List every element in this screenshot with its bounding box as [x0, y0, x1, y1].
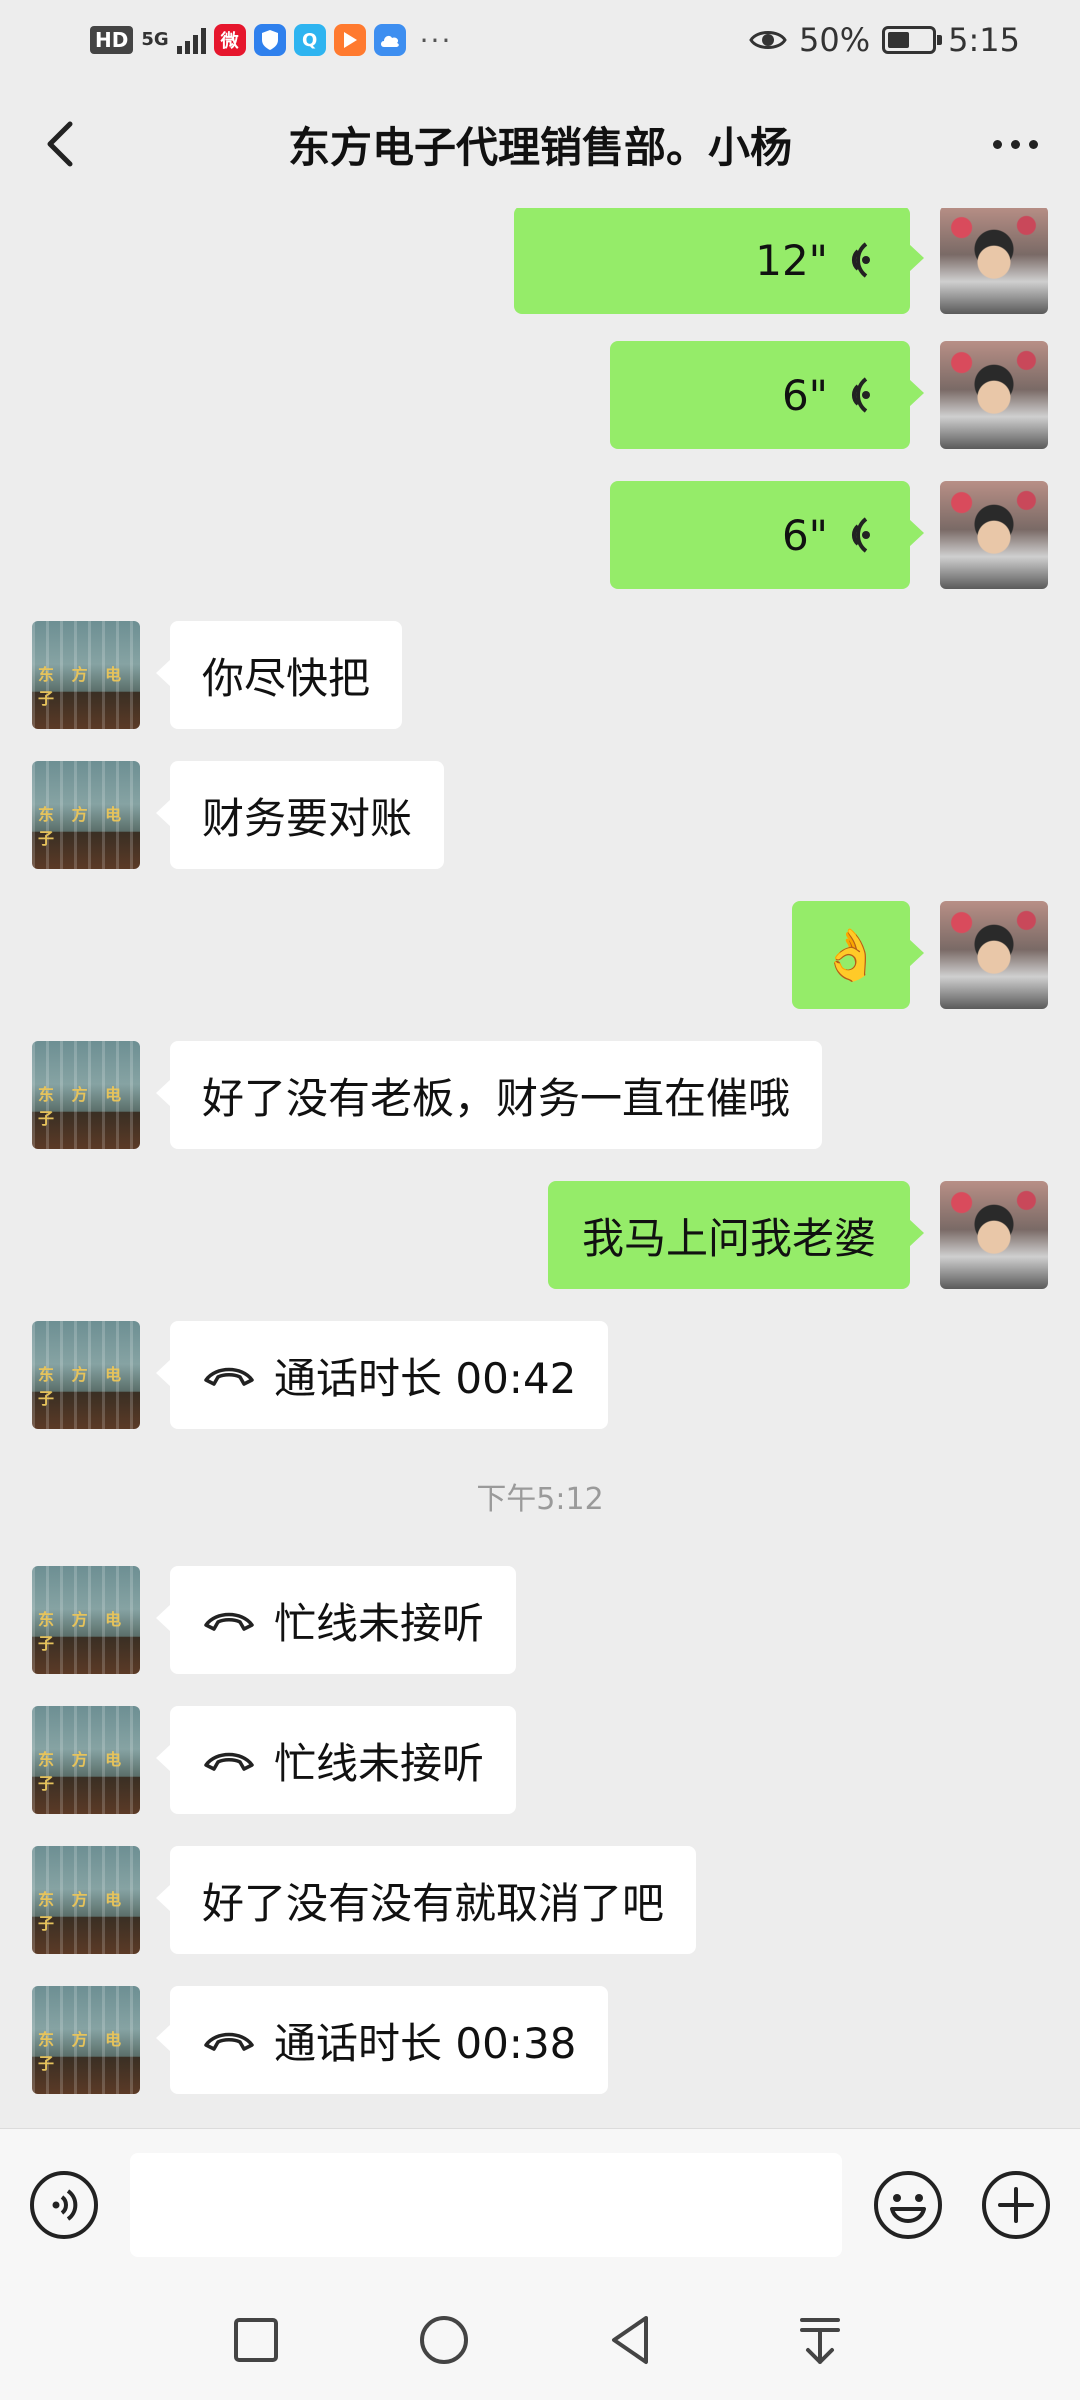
phone-hangup-icon — [204, 1612, 254, 1631]
recent-apps-button[interactable] — [226, 2310, 286, 2370]
call-record-bubble[interactable]: 通话时长 00:42 — [155, 1321, 609, 1429]
dot — [992, 139, 1002, 149]
message-row: 东 方 电 子 忙线未接听 — [0, 1566, 1080, 1674]
more-options-button[interactable] — [980, 116, 1050, 172]
ok-hand-emoji: 👌 — [819, 925, 883, 984]
call-record-bubble[interactable]: 忙线未接听 — [155, 1706, 517, 1814]
voice-wave-icon — [851, 517, 870, 553]
message-row: 6" — [0, 481, 1080, 589]
system-navigation-bar — [0, 2280, 1080, 2400]
contact-avatar[interactable]: 东 方 电 子 — [32, 1986, 140, 2094]
voice-input-button[interactable] — [28, 2169, 100, 2241]
emoji-button[interactable] — [872, 2169, 944, 2241]
voice-message-bubble[interactable]: 6" — [610, 341, 924, 449]
dot — [1028, 139, 1038, 149]
call-duration-text: 通话时长 00:38 — [274, 2018, 577, 2068]
eye-icon — [749, 31, 787, 49]
self-avatar[interactable] — [940, 341, 1048, 449]
shield-icon — [253, 24, 286, 56]
home-button[interactable] — [414, 2310, 474, 2370]
phone-hangup-icon — [204, 1367, 254, 1386]
weibo-icon: 微 — [213, 24, 246, 56]
call-status-text: 忙线未接听 — [274, 1738, 485, 1788]
contact-avatar[interactable]: 东 方 电 子 — [32, 1566, 140, 1674]
text-message-bubble[interactable]: 你尽快把 — [155, 621, 403, 729]
voice-wave-icon — [851, 242, 870, 278]
hd-badge: HD — [90, 26, 134, 54]
add-more-button[interactable] — [980, 2169, 1052, 2241]
message-timestamp: 下午5:12 — [476, 1482, 604, 1517]
call-record-bubble[interactable]: 忙线未接听 — [155, 1566, 517, 1674]
message-list[interactable]: 12" 6" 6" 东 方 电 子 你尽快把 东 方 电 子 财务要对账 👌 东… — [0, 208, 1080, 2128]
voice-duration: 6" — [781, 510, 828, 560]
more-notifications: ··· — [419, 23, 453, 57]
input-bar — [0, 2128, 1080, 2281]
contact-avatar[interactable]: 东 方 电 子 — [32, 1321, 140, 1429]
self-avatar[interactable] — [940, 901, 1048, 1009]
dot — [1010, 139, 1020, 149]
status-left: HD 5G 微 Q ··· — [90, 20, 452, 60]
message-row: 东 方 电 子 好了没有老板，财务一直在催哦 — [0, 1041, 1080, 1149]
contact-avatar[interactable]: 东 方 电 子 — [32, 1846, 140, 1954]
battery-percent: 50% — [799, 21, 871, 59]
message-row: 东 方 电 子 财务要对账 — [0, 761, 1080, 869]
message-row: 东 方 电 子 你尽快把 — [0, 621, 1080, 729]
video-play-icon — [333, 24, 366, 56]
voice-duration: 12" — [755, 235, 828, 285]
voice-wave-icon — [851, 377, 870, 413]
chat-header: 东方电子代理销售部。小杨 — [0, 80, 1080, 208]
call-record-bubble[interactable]: 通话时长 00:38 — [155, 1986, 609, 2094]
message-row: 我马上问我老婆 — [0, 1181, 1080, 1289]
message-row: 东 方 电 子 忙线未接听 — [0, 1706, 1080, 1814]
voice-duration: 6" — [781, 370, 828, 420]
self-avatar[interactable] — [940, 208, 1048, 314]
text-message-bubble[interactable]: 好了没有老板，财务一直在催哦 — [155, 1041, 823, 1149]
contact-avatar[interactable]: 东 方 电 子 — [32, 621, 140, 729]
clock: 5:15 — [948, 21, 1020, 59]
voice-message-bubble[interactable]: 6" — [610, 481, 924, 589]
text-message-bubble[interactable]: 我马上问我老婆 — [547, 1181, 925, 1289]
cloud-icon — [373, 24, 406, 56]
text-message-bubble[interactable]: 好了没有没有就取消了吧 — [155, 1846, 697, 1954]
back-nav-button[interactable] — [602, 2310, 662, 2370]
call-duration-text: 通话时长 00:42 — [274, 1353, 577, 1403]
chat-title: 东方电子代理销售部。小杨 — [287, 123, 792, 172]
message-row: 东 方 电 子 好了没有没有就取消了吧 — [0, 1846, 1080, 1954]
notification-pull-button[interactable] — [790, 2310, 850, 2370]
network-type: 5G — [141, 29, 169, 50]
voice-message-bubble[interactable]: 12" — [514, 208, 924, 314]
status-bar: HD 5G 微 Q ··· 50% 5:15 — [0, 0, 1080, 80]
qq-browser-icon: Q — [293, 24, 326, 56]
status-right: 50% 5:15 — [749, 20, 1020, 60]
self-avatar[interactable] — [940, 1181, 1048, 1289]
message-row: 东 方 电 子 通话时长 00:42 — [0, 1321, 1080, 1429]
contact-avatar[interactable]: 东 方 电 子 — [32, 1041, 140, 1149]
text-message-bubble[interactable]: 财务要对账 — [155, 761, 445, 869]
contact-avatar[interactable]: 东 方 电 子 — [32, 761, 140, 869]
message-row: 6" — [0, 341, 1080, 449]
battery-icon — [882, 26, 943, 54]
phone-hangup-icon — [204, 1752, 254, 1771]
signal-icon — [176, 26, 206, 54]
emoji-message-bubble[interactable]: 👌 — [792, 901, 924, 1009]
message-row: 东 方 电 子 通话时长 00:38 — [0, 1986, 1080, 2094]
message-row: 12" — [0, 208, 1080, 314]
message-input[interactable] — [130, 2153, 842, 2257]
call-status-text: 忙线未接听 — [274, 1598, 485, 1648]
message-row: 👌 — [0, 901, 1080, 1009]
self-avatar[interactable] — [940, 481, 1048, 589]
phone-hangup-icon — [204, 2032, 254, 2051]
contact-avatar[interactable]: 东 方 电 子 — [32, 1706, 140, 1814]
